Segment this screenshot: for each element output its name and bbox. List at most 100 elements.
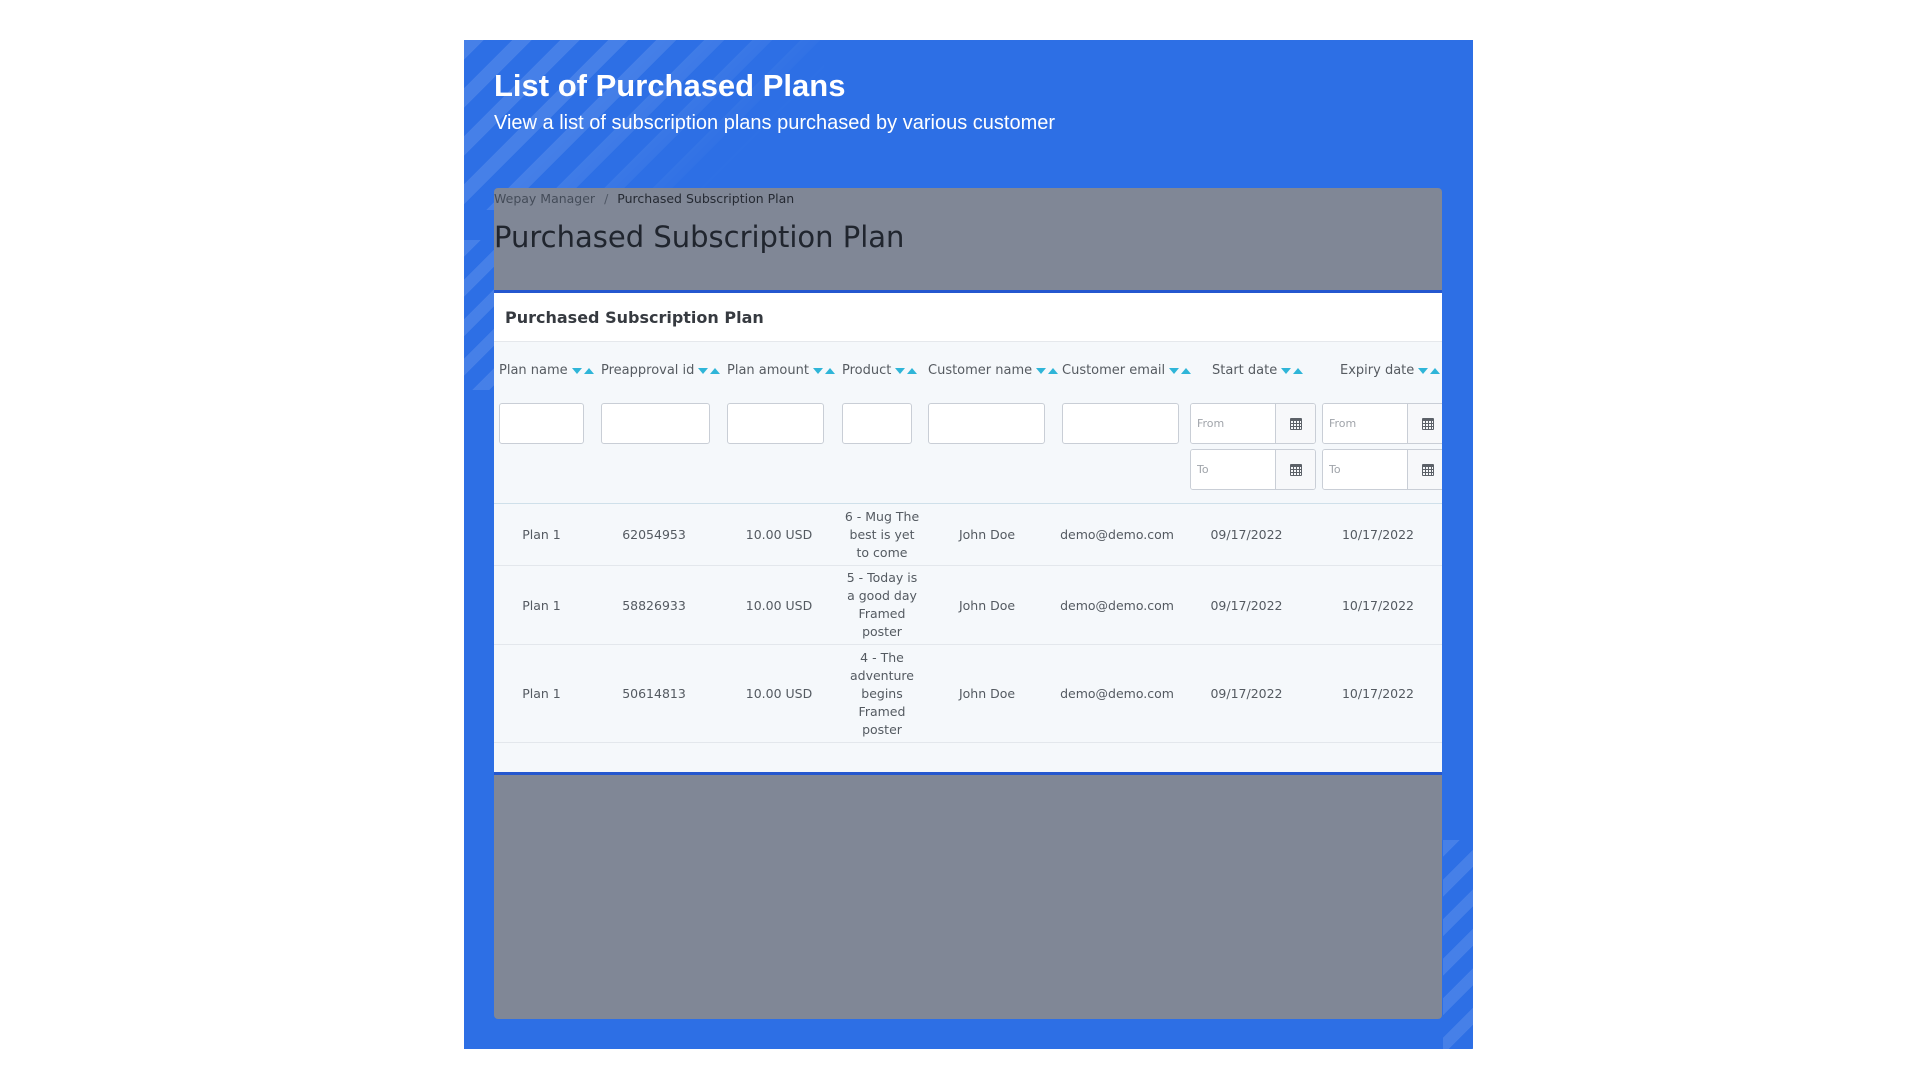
column-label: Customer email <box>1062 363 1166 378</box>
cell-plan-amount: 10.00 USD <box>745 686 813 701</box>
table-card: Purchased Subscription Plan Plan name Pr… <box>494 290 1442 775</box>
table-row[interactable]: Plan 1 58826933 10.00 USD 5 - Today is a… <box>494 566 1442 645</box>
stripe-decoration <box>464 240 494 390</box>
expiry-date-to-filter <box>1322 449 1442 490</box>
expiry-date-from-filter <box>1322 403 1442 444</box>
sort-arrows-icon[interactable] <box>698 367 721 374</box>
cell-product: 4 - The adventure begins Framed poster <box>850 649 914 737</box>
cell-preapproval-id: 58826933 <box>622 597 686 613</box>
filter-preapproval-id-input[interactable] <box>601 403 710 444</box>
breadcrumb-current: Purchased Subscription Plan <box>617 191 795 206</box>
sort-asc-icon[interactable] <box>1048 367 1059 374</box>
sort-arrows-icon[interactable] <box>1036 367 1059 374</box>
column-header-plan-name[interactable]: Plan name <box>499 363 594 378</box>
filter-plan-amount-input[interactable] <box>727 403 824 444</box>
column-label: Expiry date <box>1340 363 1415 378</box>
cell-start-date: 09/17/2022 <box>1210 527 1283 542</box>
card-title: Purchased Subscription Plan <box>505 307 764 327</box>
calendar-button[interactable] <box>1407 450 1442 489</box>
column-header-product[interactable]: Product <box>842 363 918 378</box>
column-header-plan-amount[interactable]: Plan amount <box>727 363 835 378</box>
cell-customer-name: John Doe <box>958 597 1016 613</box>
sort-desc-icon[interactable] <box>1169 367 1180 374</box>
cell-preapproval-id: 50614813 <box>622 686 686 701</box>
stripe-decoration <box>1443 840 1473 1049</box>
cell-customer-email: demo@demo.com <box>1060 686 1174 701</box>
sort-asc-icon[interactable] <box>907 367 918 374</box>
calendar-icon[interactable] <box>1289 463 1302 476</box>
expiry-date-from-input[interactable] <box>1323 404 1407 443</box>
start-date-from-input[interactable] <box>1191 404 1275 443</box>
sort-arrows-icon[interactable] <box>1169 367 1192 374</box>
column-header-customer-email[interactable]: Customer email <box>1062 363 1192 378</box>
calendar-icon[interactable] <box>1421 417 1434 430</box>
filter-plan-name-input[interactable] <box>499 403 584 444</box>
cell-plan-amount: 10.00 USD <box>745 597 813 613</box>
column-label: Plan name <box>499 363 568 378</box>
promo-banner: List of Purchased Plans View a list of s… <box>464 40 1473 1049</box>
sort-asc-icon[interactable] <box>710 367 721 374</box>
column-header-preapproval-id[interactable]: Preapproval id <box>601 363 721 378</box>
column-label: Start date <box>1212 363 1278 378</box>
cell-product: 6 - Mug The best is yet to come <box>844 508 920 560</box>
column-header-customer-name[interactable]: Customer name <box>928 363 1059 378</box>
sort-asc-icon[interactable] <box>824 367 835 374</box>
table-body: Plan 1 62054953 10.00 USD 6 - Mug The be… <box>494 504 1442 743</box>
filter-row <box>494 403 1442 493</box>
promo-title: List of Purchased Plans <box>494 68 846 103</box>
sort-asc-icon[interactable] <box>1430 367 1441 374</box>
sort-desc-icon[interactable] <box>812 367 823 374</box>
cell-plan-amount: 10.00 USD <box>745 527 813 542</box>
expiry-date-to-input[interactable] <box>1323 450 1407 489</box>
column-header-expiry-date[interactable]: Expiry date <box>1340 363 1441 378</box>
sort-arrows-icon[interactable] <box>1418 367 1441 374</box>
calendar-button[interactable] <box>1275 450 1315 489</box>
cell-plan-name: Plan 1 <box>522 597 561 613</box>
calendar-button[interactable] <box>1275 404 1315 443</box>
cell-preapproval-id: 62054953 <box>622 527 686 542</box>
calendar-button[interactable] <box>1407 404 1442 443</box>
sort-asc-icon[interactable] <box>583 367 594 374</box>
cell-plan-name: Plan 1 <box>522 686 561 701</box>
sort-arrows-icon[interactable] <box>895 367 918 374</box>
sort-desc-icon[interactable] <box>1281 367 1292 374</box>
filter-customer-email-input[interactable] <box>1062 403 1179 444</box>
sort-arrows-icon[interactable] <box>812 367 835 374</box>
cell-product: 5 - Today is a good day Framed poster <box>846 570 918 639</box>
screenshot-frame: Wepay Manager / Purchased Subscription Pla… <box>494 188 1442 1019</box>
sort-desc-icon[interactable] <box>571 367 582 374</box>
filter-product-input[interactable] <box>842 403 912 444</box>
sort-desc-icon[interactable] <box>895 367 906 374</box>
breadcrumb-link-wepay-manager[interactable]: Wepay Manager <box>494 191 595 206</box>
column-label: Preapproval id <box>601 363 695 378</box>
cell-expiry-date: 10/17/2022 <box>1341 527 1415 542</box>
start-date-to-input[interactable] <box>1191 450 1275 489</box>
cell-customer-name: John Doe <box>958 686 1016 701</box>
sort-desc-icon[interactable] <box>1418 367 1429 374</box>
page-title: Purchased Subscription Plan <box>494 220 905 254</box>
breadcrumb-separator: / <box>604 191 609 206</box>
table-row[interactable]: Plan 1 62054953 10.00 USD 6 - Mug The be… <box>494 504 1442 566</box>
sort-arrows-icon[interactable] <box>1281 367 1304 374</box>
cell-plan-name: Plan 1 <box>522 527 561 542</box>
column-label: Product <box>842 363 892 378</box>
cell-customer-name: John Doe <box>958 527 1016 542</box>
filter-customer-name-input[interactable] <box>928 403 1045 444</box>
start-date-to-filter <box>1190 449 1316 490</box>
sort-desc-icon[interactable] <box>1036 367 1047 374</box>
cell-expiry-date: 10/17/2022 <box>1341 686 1415 701</box>
start-date-from-filter <box>1190 403 1316 444</box>
column-label: Plan amount <box>727 363 809 378</box>
column-header-start-date[interactable]: Start date <box>1212 363 1304 378</box>
cell-customer-email: demo@demo.com <box>1060 527 1174 542</box>
sort-arrows-icon[interactable] <box>571 367 594 374</box>
cell-customer-email: demo@demo.com <box>1060 597 1174 613</box>
table-header-row: Plan name Preapproval id Plan amount Pro… <box>494 363 1442 383</box>
calendar-icon[interactable] <box>1421 463 1434 476</box>
cell-start-date: 09/17/2022 <box>1210 597 1283 613</box>
table-row[interactable]: Plan 1 50614813 10.00 USD 4 - The advent… <box>494 645 1442 743</box>
sort-asc-icon[interactable] <box>1293 367 1304 374</box>
sort-desc-icon[interactable] <box>698 367 709 374</box>
calendar-icon[interactable] <box>1289 417 1302 430</box>
sort-asc-icon[interactable] <box>1181 367 1192 374</box>
